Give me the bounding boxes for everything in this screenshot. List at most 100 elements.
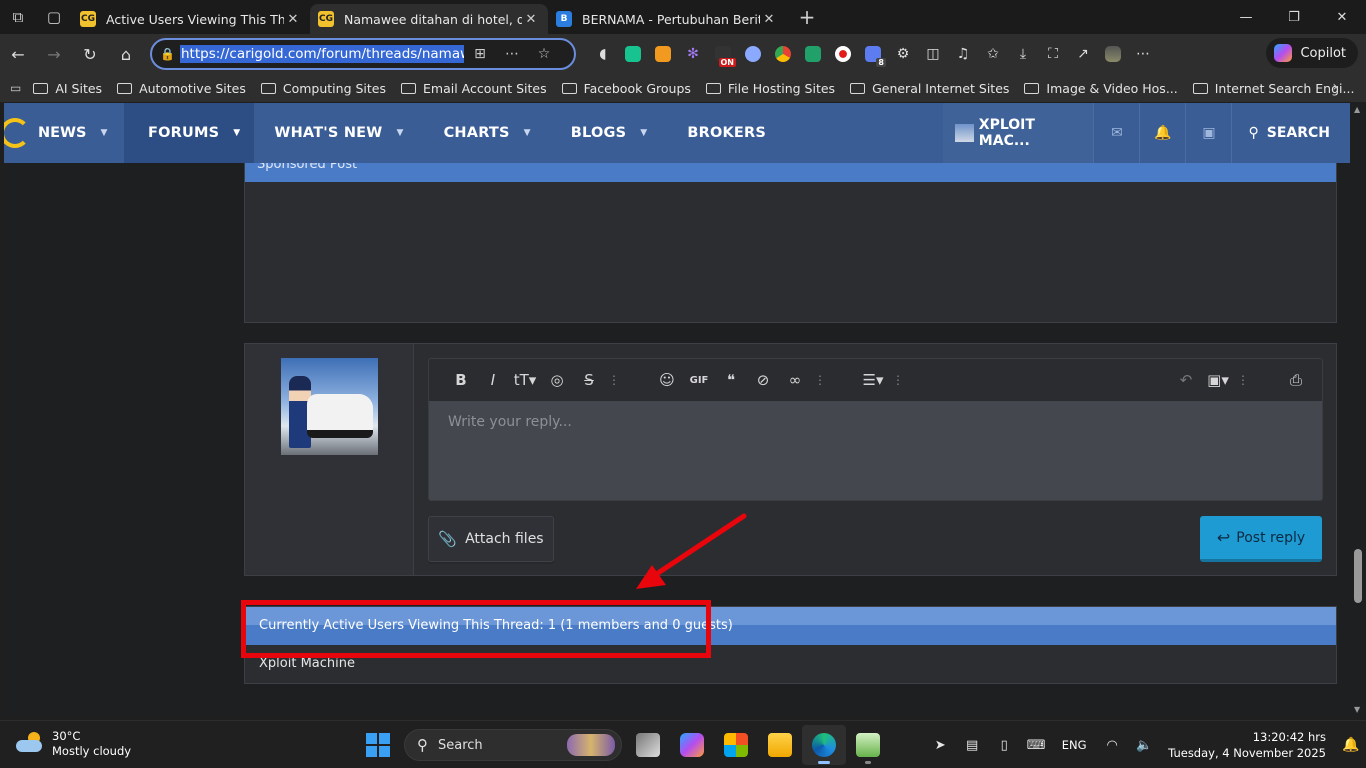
page-scrollbar[interactable]: ▲ ▼: [1350, 103, 1366, 716]
italic-icon[interactable]: I: [477, 365, 509, 395]
tray-app-icon[interactable]: ▤: [956, 738, 988, 753]
undo-icon[interactable]: ↶: [1170, 365, 1202, 395]
tab-actions-icon[interactable]: ▢: [36, 0, 72, 34]
text-size-icon[interactable]: tT▾: [509, 365, 541, 395]
inbox-envelope-icon[interactable]: ✉: [1093, 103, 1139, 163]
favorite-star-icon[interactable]: ☆: [528, 46, 560, 62]
volume-icon[interactable]: 🔈: [1128, 738, 1160, 753]
app-available-icon[interactable]: ⊞: [464, 46, 496, 62]
chevron-down-icon[interactable]: ▼: [524, 128, 531, 138]
more-options-icon[interactable]: ⋮: [1234, 365, 1252, 395]
bookmark-folder[interactable]: Automotive Sites: [117, 81, 246, 96]
alerts-bell-icon[interactable]: 🔔: [1139, 103, 1185, 163]
bookmark-folder[interactable]: File Hosting Sites: [705, 81, 835, 96]
mouse-extension-icon[interactable]: ◖: [588, 39, 618, 69]
wallet-icon[interactable]: ▣: [1185, 103, 1231, 163]
list-icon[interactable]: ☰▾: [857, 365, 889, 395]
link-icon[interactable]: ∞: [779, 365, 811, 395]
bold-icon[interactable]: B: [445, 365, 477, 395]
chevron-down-icon[interactable]: ▼: [233, 128, 240, 138]
favorites-icon[interactable]: ✩: [978, 39, 1008, 69]
gif-icon[interactable]: GIF: [683, 365, 715, 395]
nav-charts[interactable]: CHARTS ▼: [424, 103, 551, 163]
attach-files-button[interactable]: 📎 Attach files: [428, 516, 554, 562]
member-link[interactable]: Xploit Machine: [259, 656, 355, 671]
telegram-icon[interactable]: ➤: [924, 738, 956, 753]
more-options-icon[interactable]: ⋮: [889, 365, 907, 395]
reply-input[interactable]: Write your reply...: [429, 401, 1322, 443]
spoiler-eye-icon[interactable]: ⊘: [747, 365, 779, 395]
rich-text-editor[interactable]: B I tT▾ ◎ S ⋮ ☺ GIF ❝ ⊘ ∞ ⋮ ☰▾ ⋮ ↶ ▣▾ ⋮ …: [428, 358, 1323, 501]
notepad-app[interactable]: [846, 725, 890, 765]
file-explorer-app[interactable]: [758, 725, 802, 765]
strikethrough-icon[interactable]: S: [573, 365, 605, 395]
bookmark-folder[interactable]: Facebook Groups: [561, 81, 691, 96]
share-icon[interactable]: ↗: [1068, 39, 1098, 69]
refresh-icon[interactable]: ↻: [72, 38, 108, 70]
more-options-icon[interactable]: ⋮: [811, 365, 829, 395]
chrome-extension-icon[interactable]: [768, 39, 798, 69]
edge-app[interactable]: [802, 725, 846, 765]
blue-circle-extension-icon[interactable]: [738, 39, 768, 69]
tab-bernama[interactable]: B BERNAMA - Pertubuhan Berita Nasional ✕: [548, 4, 786, 34]
preview-icon[interactable]: ⎙: [1280, 365, 1312, 395]
nav-forums[interactable]: FORUMS ▼: [124, 103, 255, 163]
purple-extension-icon[interactable]: ✻: [678, 39, 708, 69]
counter-extension-icon[interactable]: 8: [858, 39, 888, 69]
scroll-down-icon[interactable]: ▼: [1354, 705, 1360, 714]
bookmarks-sidebar-icon[interactable]: ▭: [10, 80, 21, 96]
home-icon[interactable]: ⌂: [108, 38, 144, 70]
back-icon[interactable]: ←: [0, 38, 36, 70]
chevron-down-icon[interactable]: ▼: [396, 128, 403, 138]
orange-extension-icon[interactable]: [648, 39, 678, 69]
on-extension-icon[interactable]: ON: [708, 39, 738, 69]
minimize-icon[interactable]: —: [1222, 0, 1270, 34]
bookmark-folder[interactable]: Computing Sites: [260, 81, 386, 96]
green-extension-icon[interactable]: [618, 39, 648, 69]
emoji-icon[interactable]: ☺: [651, 365, 683, 395]
site-logo[interactable]: NEWS ▼: [4, 103, 124, 163]
nav-blogs[interactable]: BLOGS ▼: [551, 103, 668, 163]
usb-device-icon[interactable]: ▯: [988, 738, 1020, 753]
site-info-icon[interactable]: 🔒: [160, 47, 180, 61]
download-extension-icon[interactable]: [798, 39, 828, 69]
avatar[interactable]: [281, 358, 378, 455]
new-tab-icon[interactable]: +: [792, 5, 822, 29]
settings-more-icon[interactable]: ⋯: [1128, 39, 1158, 69]
copilot-button[interactable]: Copilot: [1266, 38, 1358, 68]
record-extension-icon[interactable]: [828, 39, 858, 69]
more-options-icon[interactable]: ⋮: [605, 365, 623, 395]
nav-news[interactable]: NEWS: [38, 125, 86, 141]
notifications-bell-icon[interactable]: 🔔: [1336, 737, 1366, 753]
bookmark-folder[interactable]: AI Sites: [33, 81, 102, 96]
close-icon[interactable]: ✕: [284, 12, 302, 27]
bookmark-folder[interactable]: Email Account Sites: [401, 81, 547, 96]
restore-icon[interactable]: ❐: [1270, 0, 1318, 34]
chevron-down-icon[interactable]: ▼: [640, 128, 647, 138]
color-palette-icon[interactable]: ◎: [541, 365, 573, 395]
split-screen-icon[interactable]: ◫: [918, 39, 948, 69]
bookmark-folder[interactable]: Internet Search Engi...: [1192, 81, 1354, 96]
start-button[interactable]: [356, 725, 400, 765]
bookmark-folder[interactable]: General Internet Sites: [850, 81, 1009, 96]
tab-active-users[interactable]: CG Active Users Viewing This Thread ✕: [72, 4, 310, 34]
clock[interactable]: 13:20:42 hrs Tuesday, 4 November 2025: [1160, 729, 1336, 761]
store-app[interactable]: [714, 725, 758, 765]
scroll-up-icon[interactable]: ▲: [1354, 105, 1360, 114]
task-view-button[interactable]: [626, 725, 670, 765]
url-text[interactable]: https://carigold.com/forum/threads/namaw…: [180, 45, 464, 63]
save-draft-icon[interactable]: ▣▾: [1202, 365, 1234, 395]
media-icon[interactable]: ♫: [948, 39, 978, 69]
taskbar-search[interactable]: ⚲ Search: [404, 729, 622, 761]
search-button[interactable]: ⚲ SEARCH: [1231, 103, 1350, 163]
forward-icon[interactable]: →: [36, 38, 72, 70]
nav-brokers[interactable]: BROKERS: [667, 103, 786, 163]
chevron-right-icon[interactable]: ›: [1332, 79, 1338, 95]
workspaces-icon[interactable]: ⧉: [0, 0, 36, 34]
wifi-icon[interactable]: ◠: [1096, 738, 1128, 753]
account-menu[interactable]: XPLOIT MAC...: [943, 103, 1094, 163]
more-info-icon[interactable]: ⋯: [496, 46, 528, 62]
scrollbar-thumb[interactable]: [1354, 549, 1362, 603]
profile-avatar-icon[interactable]: [1098, 39, 1128, 69]
nav-whats-new[interactable]: WHAT'S NEW ▼: [254, 103, 423, 163]
